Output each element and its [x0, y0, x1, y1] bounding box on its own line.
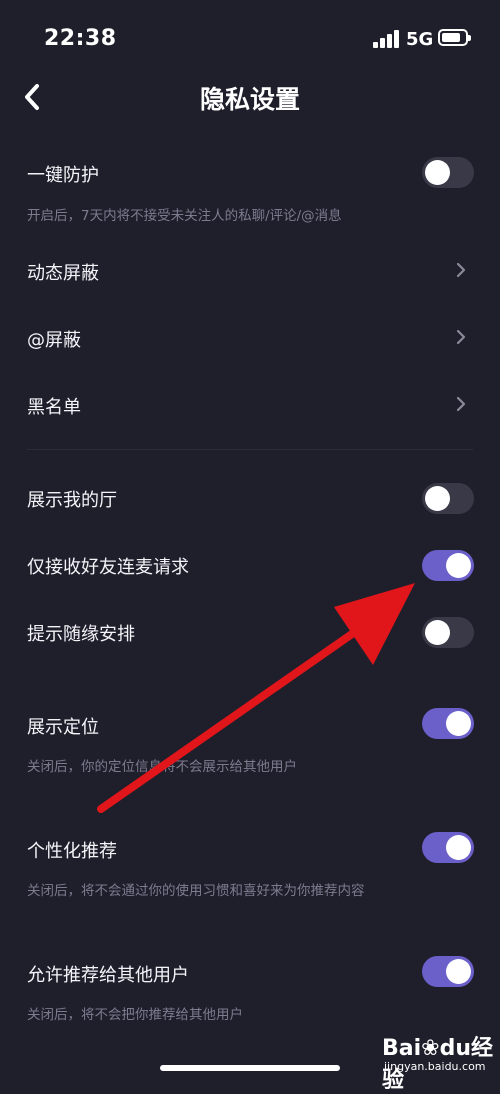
baidu-logo-bai: Bai	[382, 1036, 422, 1061]
show-location-label: 展示定位	[27, 717, 99, 738]
paw-icon: ❀	[421, 1036, 440, 1061]
friend-mic-only-toggle[interactable]	[422, 550, 474, 581]
recommend-to-others-desc: 关闭后，将不会把你推荐给其他用户	[27, 1007, 243, 1023]
chevron-right-icon	[456, 329, 466, 345]
status-bar: 22:38 5G	[0, 0, 500, 80]
blacklist-label: 黑名单	[27, 397, 81, 418]
page-title: 隐私设置	[199, 85, 300, 114]
show-my-hall-toggle[interactable]	[422, 483, 474, 514]
friend-mic-only-label: 仅接收好友连麦请求	[27, 557, 189, 578]
recommend-to-others-label: 允许推荐给其他用户	[27, 965, 189, 986]
signal-icon	[373, 30, 401, 48]
personalized-toggle[interactable]	[422, 832, 474, 863]
show-location-desc: 关闭后，你的定位信息将不会展示给其他用户	[27, 759, 297, 775]
battery-icon	[438, 29, 471, 46]
baidu-logo-du: du	[439, 1036, 472, 1061]
at-block-label: @屏蔽	[27, 330, 81, 351]
show-location-toggle[interactable]	[422, 708, 474, 739]
personalized-label: 个性化推荐	[27, 841, 117, 862]
watermark-url: jingyan.baidu.com	[384, 1060, 486, 1073]
home-indicator[interactable]	[160, 1065, 340, 1071]
one-key-protect-label: 一键防护	[27, 165, 99, 186]
chevron-right-icon	[456, 262, 466, 278]
section-divider	[27, 449, 473, 450]
personalized-desc: 关闭后，将不会通过你的使用习惯和喜好来为你推荐内容	[27, 883, 365, 899]
show-my-hall-label: 展示我的厅	[27, 490, 117, 511]
network-type: 5G	[406, 29, 434, 50]
random-arrange-toggle[interactable]	[422, 617, 474, 648]
random-arrange-label: 提示随缘安排	[27, 624, 135, 645]
recommend-to-others-toggle[interactable]	[422, 956, 474, 987]
dynamic-block-label: 动态屏蔽	[27, 263, 99, 284]
one-key-protect-desc: 开启后，7天内将不接受未关注人的私聊/评论/@消息	[27, 208, 342, 224]
chevron-right-icon	[456, 396, 466, 412]
one-key-protect-toggle[interactable]	[422, 157, 474, 188]
baidu-watermark: Bai❀du经验 jingyan.baidu.com	[382, 1030, 494, 1093]
nav-bar: 隐私设置	[0, 70, 500, 122]
status-time: 22:38	[44, 26, 117, 51]
